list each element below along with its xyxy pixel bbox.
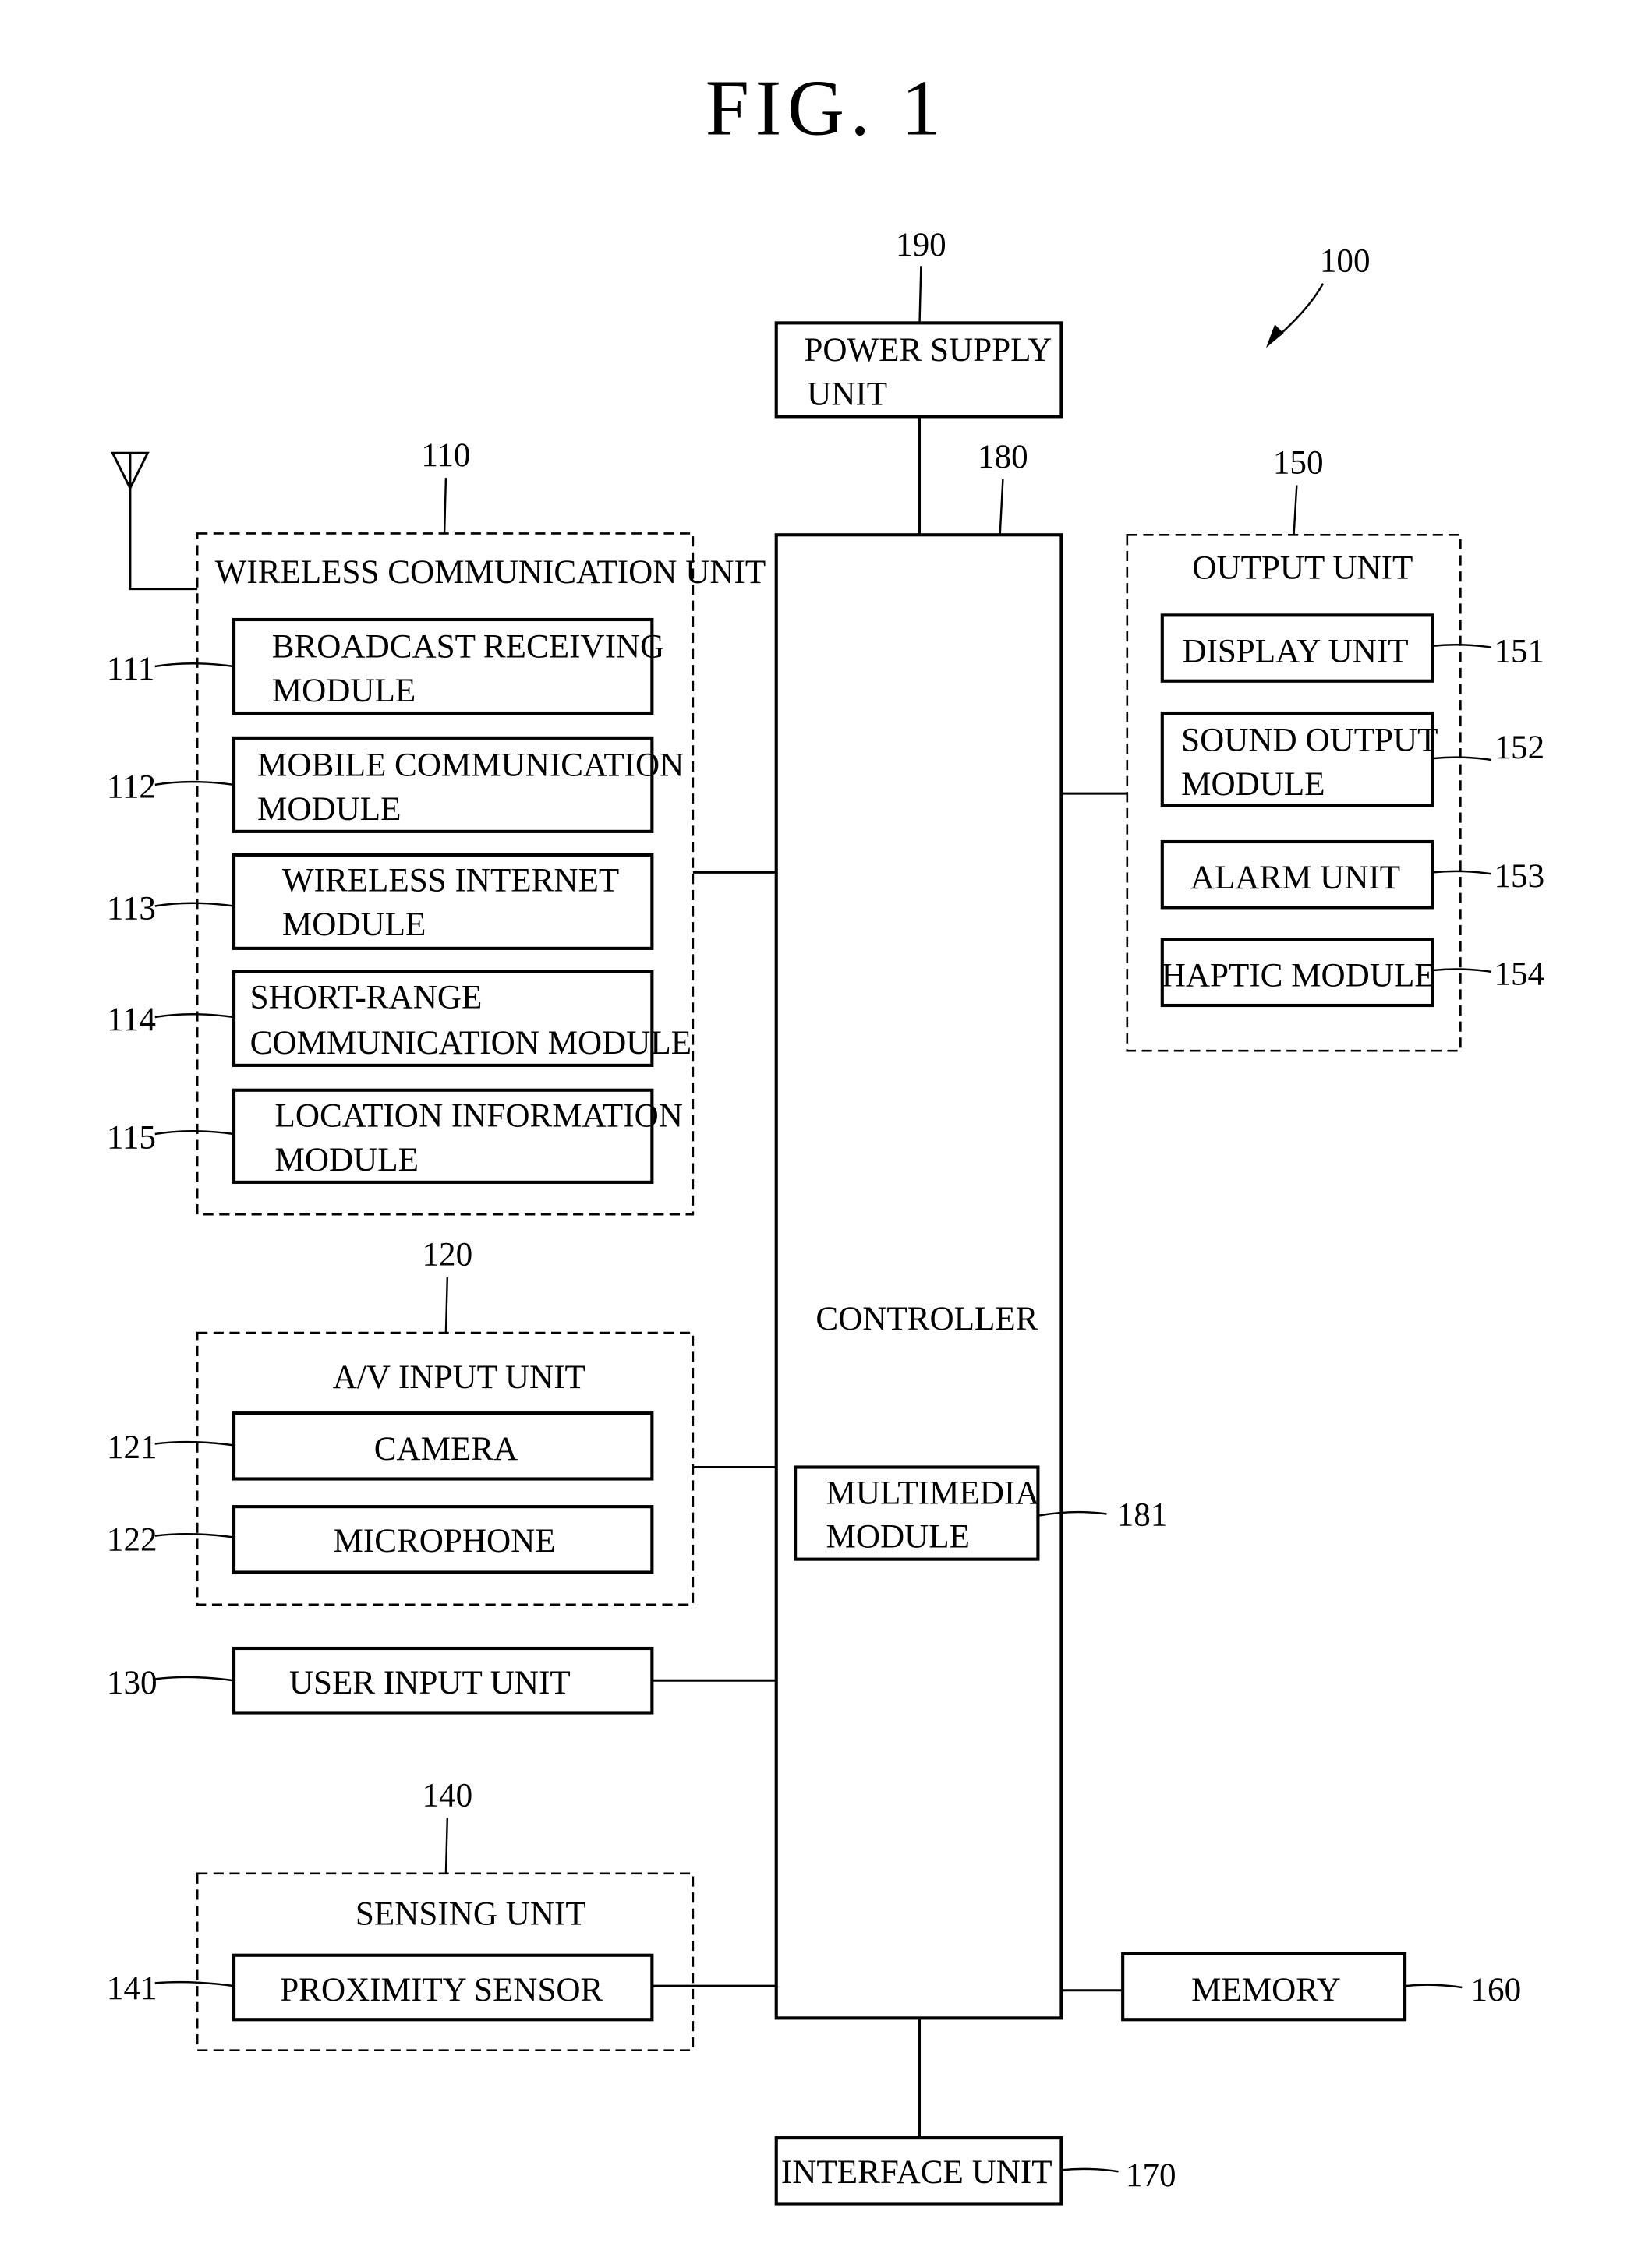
output-unit-label: OUTPUT UNIT <box>1192 550 1413 587</box>
sensing-leader <box>444 1818 449 1874</box>
sensing-ref: 140 <box>422 1778 472 1814</box>
module-ref: 114 <box>107 1002 156 1038</box>
user-input-unit-box: USER INPUT UNIT 130 <box>107 1646 654 1715</box>
display-unit-label: DISPLAY UNIT <box>1182 633 1408 669</box>
sensing-label: SENSING UNIT <box>356 1895 586 1932</box>
wireless-module-115: LOCATION INFORMATION MODULE 115 <box>107 1088 683 1184</box>
display-unit-ref: 151 <box>1494 633 1544 669</box>
controller-leader <box>999 479 1004 535</box>
wireless-module-114: SHORT-RANGE COMMUNICATION MODULE 114 <box>107 970 692 1067</box>
antenna-icon <box>110 451 198 591</box>
block-diagram: FIG. 1 100 190 POWER SUPPLY UNIT 180 CON… <box>107 65 1544 2206</box>
module-label-line1: BROADCAST RECEIVING <box>272 629 664 666</box>
interface-unit-box: INTERFACE UNIT 170 <box>774 2136 1176 2206</box>
controller-box: CONTROLLER <box>774 533 1063 2020</box>
camera-label: CAMERA <box>374 1431 518 1468</box>
device-pointer-arrow-icon <box>1265 283 1325 348</box>
output-unit-leader <box>1293 485 1298 535</box>
wireless-unit-leader <box>443 478 447 534</box>
memory-ref: 160 <box>1470 1972 1521 2008</box>
user-input-ref: 130 <box>107 1665 157 1701</box>
module-label-line2: MODULE <box>275 1142 419 1178</box>
wireless-module-111: BROADCAST RECEIVING MODULE 111 <box>107 617 664 715</box>
module-label-line1: LOCATION INFORMATION <box>275 1098 683 1135</box>
module-label-line1: SHORT-RANGE <box>250 980 483 1016</box>
device-ref-label: 100 <box>1320 243 1371 280</box>
interface-unit-ref: 170 <box>1126 2157 1176 2194</box>
sound-output-ref: 152 <box>1494 730 1544 766</box>
wireless-unit-ref: 110 <box>421 437 470 474</box>
module-label-line2: MODULE <box>257 791 401 828</box>
controller-ref: 180 <box>978 439 1028 475</box>
module-ref: 113 <box>107 890 156 927</box>
module-label-line2: MODULE <box>282 906 426 943</box>
power-supply-label-line2: UNIT <box>807 376 887 412</box>
power-supply-ref: 190 <box>896 227 946 263</box>
proximity-sensor-ref: 141 <box>107 1970 157 2007</box>
module-label-line2: COMMUNICATION MODULE <box>250 1025 692 1062</box>
output-unit-ref: 150 <box>1273 445 1324 482</box>
haptic-module-box: HAPTIC MODULE 154 <box>1160 938 1544 1008</box>
multimedia-label-line2: MODULE <box>826 1519 970 1556</box>
power-supply-leader <box>918 266 922 323</box>
module-ref: 111 <box>107 651 154 687</box>
wireless-unit-label: WIRELESS COMMUNICATION UNIT <box>215 554 766 591</box>
sound-output-module-box: SOUND OUTPUT MODULE 152 <box>1160 711 1544 807</box>
alarm-unit-ref: 153 <box>1494 858 1544 895</box>
module-label-line2: MODULE <box>272 673 416 709</box>
proximity-sensor-box: PROXIMITY SENSOR 141 <box>107 1953 654 2022</box>
sound-output-label-line2: MODULE <box>1181 766 1325 803</box>
av-input-leader <box>444 1277 449 1334</box>
multimedia-ref: 181 <box>1117 1497 1168 1534</box>
haptic-module-ref: 154 <box>1494 956 1544 993</box>
power-supply-unit-box: POWER SUPPLY UNIT <box>774 321 1063 419</box>
interface-unit-label: INTERFACE UNIT <box>781 2154 1052 2191</box>
user-input-label: USER INPUT UNIT <box>289 1665 571 1701</box>
module-label-line1: MOBILE COMMUNICATION <box>257 747 684 784</box>
av-input-label: A/V INPUT UNIT <box>333 1359 585 1396</box>
power-supply-label-line1: POWER SUPPLY <box>804 332 1052 369</box>
display-unit-box: DISPLAY UNIT 151 <box>1160 613 1544 683</box>
controller-label: CONTROLLER <box>815 1301 1038 1337</box>
proximity-sensor-label: PROXIMITY SENSOR <box>280 1972 603 2008</box>
sound-output-label-line1: SOUND OUTPUT <box>1181 722 1438 759</box>
module-ref: 115 <box>107 1120 156 1157</box>
camera-ref: 121 <box>107 1429 157 1466</box>
memory-label: MEMORY <box>1191 1972 1341 2008</box>
module-ref: 112 <box>107 769 156 806</box>
wireless-module-112: MOBILE COMMUNICATION MODULE 112 <box>107 736 684 833</box>
figure-title: FIG. 1 <box>706 65 946 152</box>
module-label-line1: WIRELESS INTERNET <box>282 863 619 899</box>
alarm-unit-label: ALARM UNIT <box>1190 860 1400 896</box>
wireless-module-113: WIRELESS INTERNET MODULE 113 <box>107 853 654 950</box>
microphone-box: MICROPHONE 122 <box>107 1505 654 1574</box>
memory-box: MEMORY 160 <box>1121 1952 1521 2022</box>
microphone-ref: 122 <box>107 1521 157 1558</box>
haptic-module-label: HAPTIC MODULE <box>1162 958 1435 994</box>
alarm-unit-box: ALARM UNIT 153 <box>1160 839 1544 910</box>
multimedia-label-line1: MULTIMEDIA <box>826 1475 1040 1511</box>
microphone-label: MICROPHONE <box>334 1523 556 1560</box>
multimedia-module-box: MULTIMEDIA MODULE <box>794 1465 1040 1561</box>
camera-box: CAMERA 121 <box>107 1411 654 1481</box>
av-input-ref: 120 <box>422 1237 472 1274</box>
